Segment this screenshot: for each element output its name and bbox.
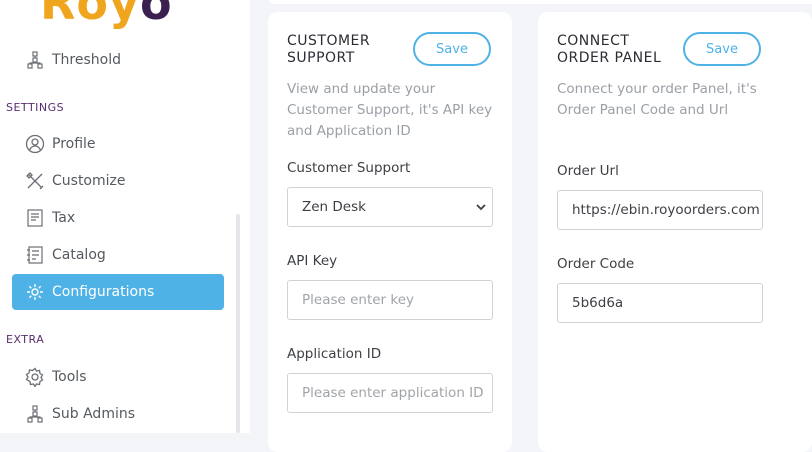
tax-icon bbox=[24, 207, 46, 229]
order-code-label: Order Code bbox=[557, 256, 635, 272]
sidebar-item-customize[interactable]: Customize bbox=[12, 163, 224, 199]
sidebar-item-configurations[interactable]: Configurations bbox=[12, 274, 224, 310]
sidebar-item-label: Threshold bbox=[52, 52, 121, 68]
profile-icon bbox=[24, 133, 46, 155]
sidebar-item-label: Tools bbox=[52, 369, 87, 385]
threshold-icon bbox=[24, 49, 46, 71]
brand-logo[interactable]: Royo bbox=[40, 0, 173, 30]
settings-section-title: SETTINGS bbox=[6, 101, 65, 114]
card-title: CONNECT ORDER PANEL bbox=[557, 33, 662, 66]
sidebar-item-catalog[interactable]: Catalog bbox=[12, 237, 224, 273]
extra-section-title: EXTRA bbox=[6, 333, 45, 346]
save-button[interactable]: Save bbox=[413, 32, 491, 66]
sidebar-item-sub-admins[interactable]: Sub Admins bbox=[12, 396, 224, 432]
card-description: View and update your Customer Support, i… bbox=[287, 81, 493, 139]
sidebar-item-profile[interactable]: Profile bbox=[12, 126, 224, 162]
card-title: CUSTOMER SUPPORT bbox=[287, 33, 371, 66]
api-key-input[interactable]: Please enter key bbox=[287, 280, 493, 320]
customer-support-label: Customer Support bbox=[287, 160, 411, 176]
order-url-input[interactable]: https://ebin.royoorders.com bbox=[557, 190, 763, 230]
save-button[interactable]: Save bbox=[683, 32, 761, 66]
sidebar-item-label: Sub Admins bbox=[52, 406, 136, 422]
sidebar: Royo Threshold SETTINGS Profile Customiz… bbox=[0, 0, 250, 433]
sidebar-item-label: Configurations bbox=[52, 284, 155, 300]
card-description: Connect your order Panel, it's Order Pan… bbox=[557, 81, 757, 118]
top-card-edge bbox=[268, 0, 812, 4]
catalog-icon bbox=[24, 244, 46, 266]
order-code-input[interactable]: 5b6d6a bbox=[557, 283, 763, 323]
order-panel-card: CONNECT ORDER PANEL Save Connect your or… bbox=[538, 12, 812, 452]
application-id-input[interactable]: Please enter application ID bbox=[287, 373, 493, 413]
sub-admins-icon bbox=[24, 403, 46, 425]
sidebar-item-threshold[interactable]: Threshold bbox=[12, 42, 224, 78]
application-id-label: Application ID bbox=[287, 346, 382, 362]
sidebar-item-label: Customize bbox=[52, 173, 126, 189]
select-value: Zen Desk bbox=[302, 199, 366, 215]
tools-icon bbox=[24, 366, 46, 388]
customize-icon bbox=[24, 170, 46, 192]
sidebar-item-label: Catalog bbox=[52, 247, 106, 263]
configurations-icon bbox=[24, 281, 46, 303]
api-key-label: API Key bbox=[287, 253, 338, 269]
sidebar-item-tax[interactable]: Tax bbox=[12, 200, 224, 236]
sidebar-item-tools[interactable]: Tools bbox=[12, 359, 224, 395]
chevron-down-icon bbox=[475, 201, 487, 217]
sidebar-scrollbar[interactable] bbox=[236, 214, 240, 433]
sidebar-item-label: Profile bbox=[52, 136, 96, 152]
order-url-label: Order Url bbox=[557, 163, 619, 179]
customer-support-select[interactable]: Zen Desk bbox=[287, 187, 493, 227]
sidebar-item-label: Tax bbox=[52, 210, 76, 226]
customer-support-card: CUSTOMER SUPPORT Save View and update yo… bbox=[268, 12, 512, 452]
